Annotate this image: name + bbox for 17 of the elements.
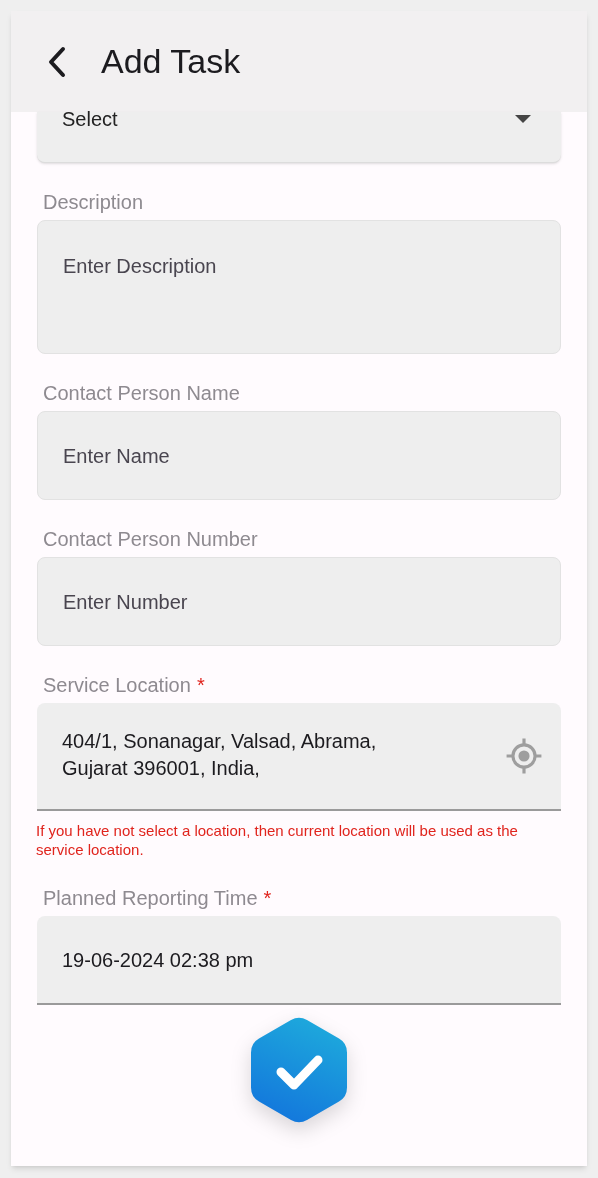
required-asterisk: * [263, 888, 272, 908]
input-field[interactable]: 404/1, Sonanagar, Valsad, Abrama, Gujarat 396001, India, [37, 703, 561, 811]
required-asterisk: * [196, 675, 205, 695]
input-field[interactable]: Enter Name [37, 411, 561, 500]
dropdown-caret-icon [515, 115, 531, 123]
text-area[interactable]: Enter Description [37, 220, 561, 354]
input-field[interactable]: Enter Number [37, 557, 561, 646]
field-label: Service Location [43, 673, 191, 697]
date-time-field[interactable]: 19-06-2024 02:38 pm [37, 916, 561, 1005]
field-label: Description [43, 190, 144, 214]
field-label: Contact Person Name [43, 381, 240, 405]
location-target-icon[interactable] [505, 737, 543, 775]
field-label: Contact Person Number [43, 527, 258, 551]
select-field[interactable]: Select [37, 112, 561, 163]
page-title: Add Task [101, 41, 241, 82]
helper-text: If you have not select a location, then current location will be used as the service location. [36, 821, 519, 859]
field-label: Planned Reporting Time [43, 886, 258, 910]
